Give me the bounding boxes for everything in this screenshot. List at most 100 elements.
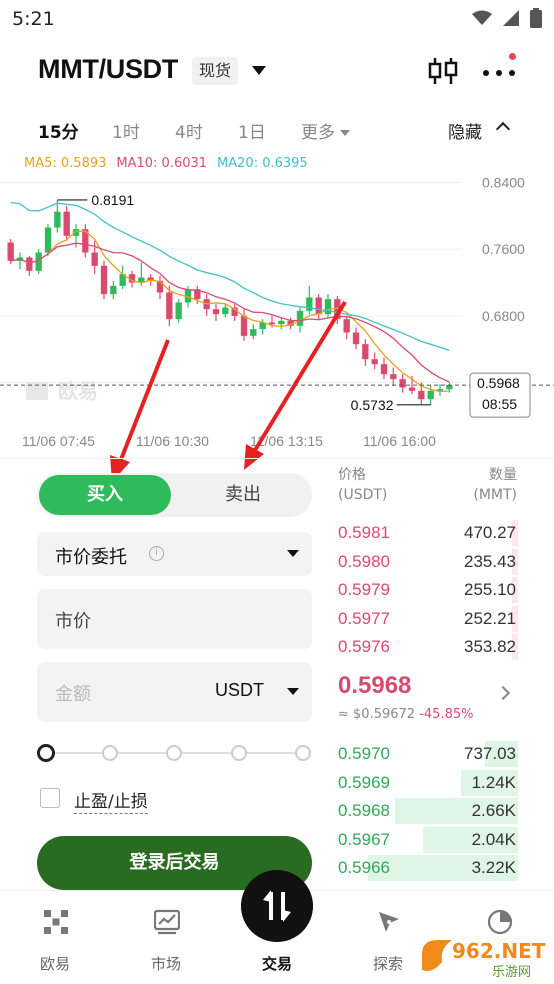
market-badge: 现货: [192, 57, 239, 85]
nav-label-market: 市场: [150, 955, 181, 973]
status-bar: 5:21: [0, 0, 554, 38]
ma20-value: MA20: 0.6395: [217, 156, 308, 171]
caret-down-icon: [340, 130, 350, 136]
watermark-sub: 乐游网: [492, 965, 531, 980]
low-label: 0.5732: [351, 397, 394, 413]
bid-price: 0.5970: [338, 744, 390, 763]
bid-qty: 737.03: [464, 744, 516, 763]
market-chart-icon: [154, 909, 180, 935]
slider-step-100[interactable]: [295, 745, 311, 761]
hide-chart-button[interactable]: 隐藏: [448, 118, 482, 143]
pair-title[interactable]: MMT/USDT: [38, 54, 178, 85]
timeframe-1d[interactable]: 1日: [238, 118, 266, 143]
bid-row[interactable]: 0.5966 3.22K: [336, 855, 518, 881]
notification-dot: [509, 53, 516, 60]
buy-sell-toggle: 买入 卖出: [37, 473, 312, 517]
assets-pie-icon: [487, 909, 513, 935]
orderbook-qty-header: 数量 (MMT): [473, 465, 517, 505]
ask-price: 0.5981: [338, 523, 390, 542]
ask-row[interactable]: 0.5976 353.82: [336, 634, 518, 660]
candle-body: [166, 292, 173, 320]
slider-step-50[interactable]: [166, 745, 182, 761]
candle-body: [324, 299, 332, 315]
candle-body: [91, 252, 98, 266]
candle-body: [268, 322, 276, 325]
chevron-up-icon[interactable]: [495, 121, 511, 137]
candle-body: [175, 302, 182, 320]
candle-body: [343, 319, 350, 333]
candle-body: [156, 280, 164, 293]
ask-row[interactable]: 0.5979 255.10: [336, 577, 518, 603]
ask-row[interactable]: 0.5977 252.21: [336, 605, 518, 632]
bid-price: 0.5969: [338, 772, 390, 792]
timeframe-1h[interactable]: 1时: [112, 118, 140, 143]
timeframe-more[interactable]: 更多: [301, 118, 350, 143]
timeframe-15m[interactable]: 15分: [38, 118, 79, 143]
tpsl-checkbox[interactable]: [40, 788, 60, 808]
candle-body: [222, 307, 229, 315]
order-type-select[interactable]: 市价委托 i: [37, 532, 312, 576]
chart-watermark: 欧易: [58, 379, 98, 403]
ask-row[interactable]: 0.5981 470.27: [336, 520, 518, 546]
explore-compass-icon: [379, 912, 399, 932]
candle-body: [315, 297, 322, 315]
candle-body: [240, 315, 248, 336]
amount-slider[interactable]: [37, 742, 312, 764]
qty-header-unit: (MMT): [473, 487, 517, 503]
pair-dropdown-icon[interactable]: [252, 66, 266, 75]
slider-step-25[interactable]: [102, 745, 118, 761]
bid-row[interactable]: 0.5970 737.03: [336, 741, 518, 767]
price-field[interactable]: 市价: [37, 589, 312, 649]
header: MMT/USDT 现货: [0, 40, 554, 100]
buy-tab[interactable]: 买入: [39, 475, 171, 515]
wifi-icon: [472, 10, 492, 25]
price-header-label: 价格: [338, 467, 366, 483]
status-icons: [472, 8, 542, 28]
candle-body: [100, 265, 108, 295]
last-price-sub: ≈ $0.59672 -45.85%: [338, 707, 473, 722]
amount-field[interactable]: 金额 USDT: [37, 662, 312, 722]
orderbook-price-header: 价格 (USDT): [338, 465, 387, 505]
price-header-unit: (USDT): [338, 487, 388, 503]
candle-body: [296, 310, 304, 326]
okx-logo-icon: [44, 910, 68, 934]
sell-tab[interactable]: 卖出: [177, 475, 309, 515]
nav-label-okx: 欧易: [39, 955, 70, 973]
ask-row[interactable]: 0.5980 235.43: [336, 548, 518, 575]
candle-body: [352, 332, 360, 345]
divider: [0, 458, 554, 459]
bid-price: 0.5968: [338, 801, 390, 820]
timeframe-4h[interactable]: 4时: [175, 118, 203, 143]
tpsl-label[interactable]: 止盈/止损: [74, 787, 148, 814]
bid-qty: 3.22K: [471, 858, 516, 877]
trade-swap-icon[interactable]: [241, 870, 313, 942]
x-tick-label: 11/06 16:00: [363, 433, 436, 449]
ma-indicators: MA5: 0.5893 MA10: 0.6031 MA20: 0.6395: [24, 156, 308, 171]
bid-qty: 1.24K: [471, 772, 516, 792]
last-price[interactable]: 0.5968: [338, 672, 411, 700]
nav-item-market[interactable]: 市场: [116, 891, 216, 984]
slider-knob-0[interactable]: [37, 744, 55, 762]
site-watermark: 962.NET 乐游网: [412, 934, 552, 982]
signal-icon: [503, 10, 519, 26]
candlestick-icon[interactable]: [426, 54, 460, 88]
bid-row[interactable]: 0.5968 2.66K: [336, 798, 518, 824]
ask-qty: 235.43: [464, 551, 516, 571]
candle-body: [399, 379, 406, 388]
ask-qty: 470.27: [464, 523, 516, 542]
caret-down-icon: [287, 688, 299, 695]
change-percent: -45.85%: [419, 707, 474, 722]
amount-unit-select[interactable]: USDT: [215, 680, 264, 701]
info-icon[interactable]: i: [149, 546, 164, 561]
watermark-logo: 962.NET 乐游网: [422, 939, 546, 980]
nav-item-okx[interactable]: 欧易: [5, 891, 105, 984]
slider-step-75[interactable]: [231, 745, 247, 761]
x-tick-label: 11/06 13:15: [250, 433, 323, 449]
ask-qty: 353.82: [464, 637, 516, 656]
bid-row[interactable]: 0.5969 1.24K: [336, 769, 518, 796]
y-tick-label: 0.8400: [482, 175, 525, 191]
candle-body: [278, 320, 285, 325]
chevron-right-icon[interactable]: [495, 685, 511, 701]
price-chart[interactable]: 欧易0.84000.76000.68000.600011/06 07:4511/…: [0, 170, 554, 455]
bid-row[interactable]: 0.5967 2.04K: [336, 826, 518, 853]
